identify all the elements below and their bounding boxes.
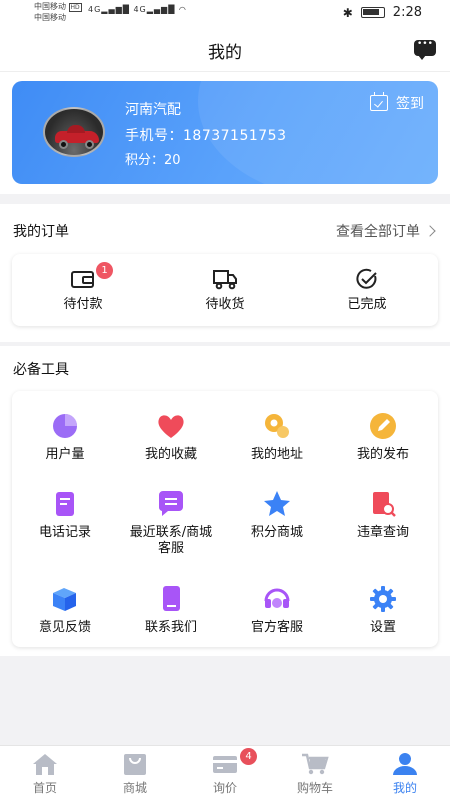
- box-icon: [53, 588, 76, 611]
- bag-icon: [124, 754, 146, 775]
- card-icon: [213, 756, 237, 773]
- checkin-label: 签到: [396, 96, 424, 112]
- order-completed[interactable]: 已完成: [296, 254, 438, 326]
- calendar-check-icon: [370, 92, 388, 111]
- tools-section: 必备工具 用户量 我的收藏 我的地址 我的发布 电话记录 最近联系/商城客服 积…: [0, 346, 450, 656]
- chat-icon: [158, 491, 183, 516]
- order-label: 已完成: [347, 297, 387, 312]
- status-bar: 中国移动 HD 中国移动 4G▂▄▆█ 4G▂▄▆█ ◠ ✱ 2:28: [0, 0, 450, 26]
- gear-icon: [370, 586, 396, 612]
- cart-badge: 4: [240, 748, 257, 765]
- chevron-right-icon: [424, 225, 436, 237]
- heart-icon: [158, 415, 184, 438]
- view-all-orders-link[interactable]: 查看全部订单: [336, 221, 436, 241]
- truck-icon: [213, 270, 237, 290]
- book-icon: [163, 586, 180, 611]
- orders-section: 我的订单 查看全部订单 1 待付款 待收货 已完成: [0, 204, 450, 342]
- wallet-icon: [71, 271, 94, 288]
- user-name: 河南汽配: [125, 102, 181, 118]
- tools-grid: 用户量 我的收藏 我的地址 我的发布 电话记录 最近联系/商城客服 积分商城 违…: [12, 391, 438, 647]
- carrier-info: 中国移动 HD 中国移动: [34, 2, 82, 22]
- avatar[interactable]: [43, 107, 105, 157]
- battery-icon: [360, 7, 385, 18]
- orders-title: 我的订单: [13, 224, 69, 240]
- search-doc-icon: [373, 492, 396, 517]
- user-icon: [393, 753, 417, 775]
- headset-icon: [264, 588, 290, 608]
- user-points: 积分：20: [125, 153, 181, 168]
- location-icon: [265, 414, 289, 438]
- tab-mine[interactable]: 我的: [360, 746, 450, 800]
- order-status-panel: 1 待付款 待收货 已完成: [12, 254, 438, 326]
- signal-icon: 4G▂▄▆█ 4G▂▄▆█ ◠: [88, 5, 187, 14]
- user-phone: 手机号：18737151753: [125, 128, 287, 144]
- tab-home[interactable]: 首页: [0, 746, 90, 800]
- tab-bar: 首页 商城 询价 购物车 我的: [0, 745, 450, 800]
- tools-title: 必备工具: [13, 362, 69, 378]
- page-title: 我的: [208, 43, 242, 63]
- check-circle-icon: [356, 268, 377, 289]
- tab-mall[interactable]: 商城: [90, 746, 180, 800]
- order-label: 待收货: [205, 297, 245, 312]
- phone-record-icon: [56, 492, 74, 516]
- profile-card[interactable]: 河南汽配 手机号：18737151753 积分：20 签到: [12, 81, 438, 184]
- home-icon: [33, 754, 57, 775]
- bluetooth-icon: ✱: [342, 5, 353, 20]
- nav-bar: 我的: [0, 26, 450, 72]
- tab-cart[interactable]: 购物车: [270, 746, 360, 800]
- cart-icon: [302, 753, 329, 775]
- pie-chart-icon: [53, 414, 77, 438]
- order-pending-payment[interactable]: 1 待付款: [12, 254, 154, 326]
- message-icon[interactable]: [414, 39, 436, 60]
- status-time: 2:28: [392, 5, 422, 20]
- pending-payment-badge: 1: [96, 262, 113, 279]
- star-icon: [264, 491, 290, 516]
- order-label: 待付款: [63, 297, 103, 312]
- checkin-button[interactable]: 签到: [370, 92, 424, 113]
- order-pending-receipt[interactable]: 待收货: [154, 254, 296, 326]
- edit-icon: [370, 413, 396, 439]
